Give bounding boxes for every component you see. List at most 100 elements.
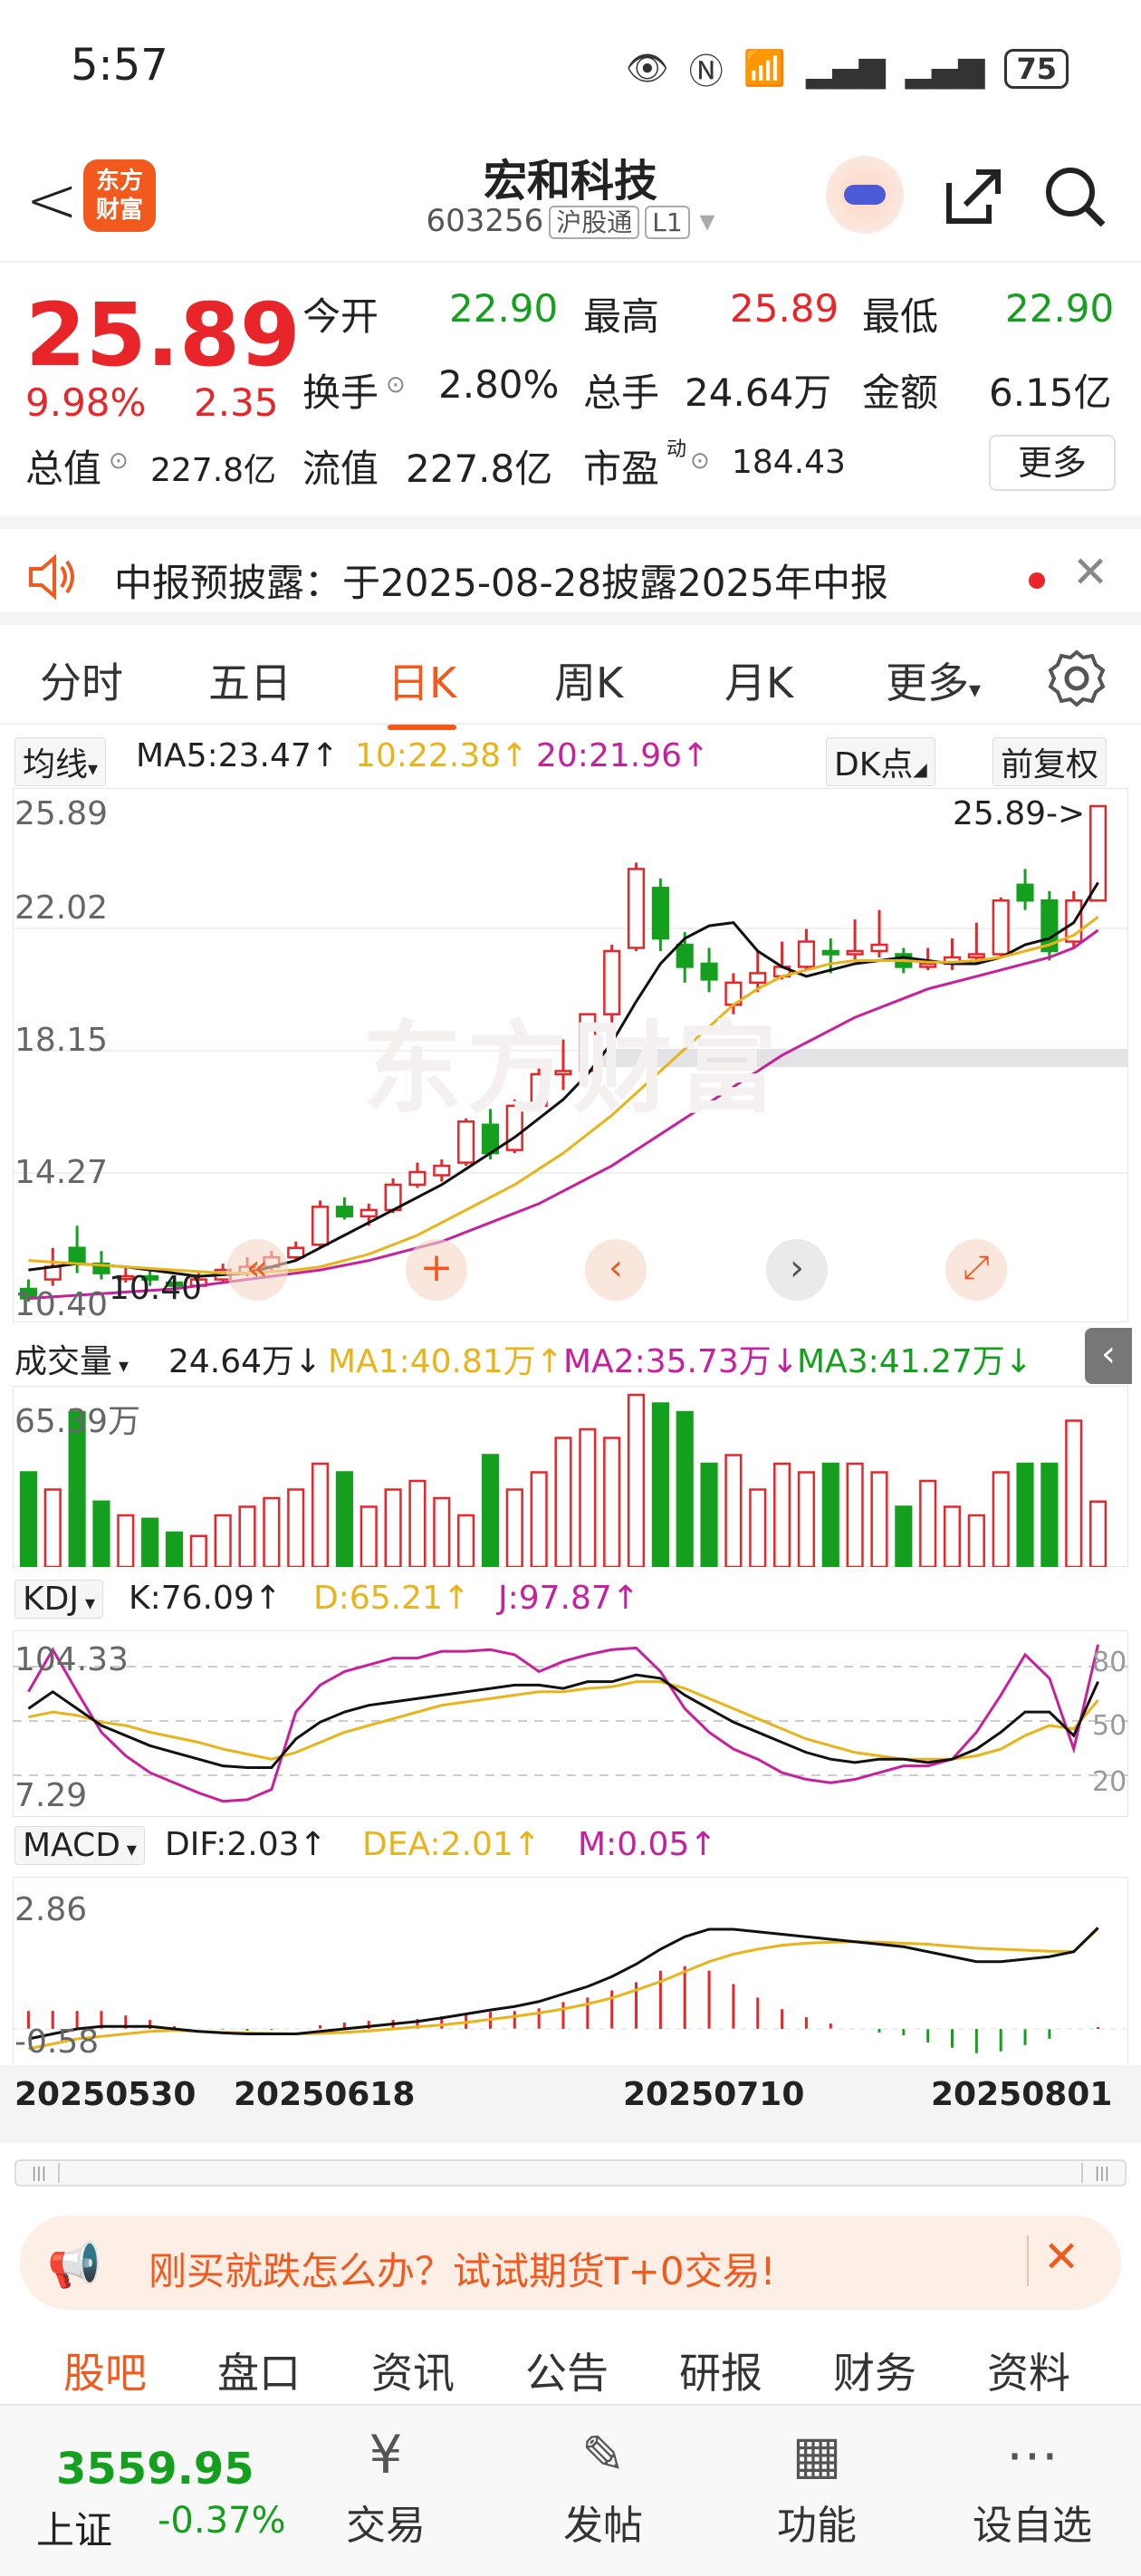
index-name[interactable]: 上证	[36, 2500, 112, 2555]
close-icon[interactable]: ✕	[1072, 547, 1108, 598]
volume-bar	[554, 1437, 572, 1567]
adjust-button[interactable]: 前复权	[992, 737, 1107, 786]
info-icon[interactable]: ⊙	[109, 447, 129, 475]
volume-bar	[1016, 1462, 1034, 1567]
close-icon[interactable]: ✕	[1043, 2232, 1079, 2283]
volume-bar	[117, 1514, 135, 1567]
pe-label: 市盈	[583, 447, 660, 491]
kline-low-marker: 10.40	[109, 1270, 203, 1307]
tab-monthly-k[interactable]: 月K	[724, 650, 793, 710]
macd-chart[interactable]	[13, 1877, 1128, 2067]
volume-chart[interactable]	[13, 1386, 1128, 1567]
collapse-panel-button[interactable]: ‹	[1085, 1328, 1132, 1384]
volume-bar	[773, 1462, 791, 1567]
range-scrollbar[interactable]: ||| |||	[14, 2159, 1127, 2187]
prev-button[interactable]: ‹	[585, 1239, 647, 1301]
info-icon[interactable]: ⊙	[690, 447, 710, 475]
rewind-button[interactable]: «	[226, 1239, 288, 1301]
date-label-3: 20250710	[623, 2076, 805, 2113]
volume-bar	[214, 1514, 232, 1567]
turnover-label: 换手	[302, 370, 379, 415]
share-icon[interactable]	[942, 165, 1005, 228]
scroll-handle-right[interactable]: |||	[1081, 2163, 1121, 2183]
kdj-d-line	[28, 1680, 1099, 1761]
volume-bar	[651, 1402, 669, 1567]
nav-add-watchlist[interactable]: ⋯ 设自选	[960, 2424, 1105, 2551]
ma-select[interactable]: 均线▾	[14, 737, 107, 786]
tab-profile[interactable]: 资料	[987, 2341, 1070, 2400]
volume-bar	[263, 1496, 281, 1567]
promo-text: 刚买就跌怎么办？试试期货T+0交易!	[149, 2249, 776, 2293]
date-label-1: 20250530	[14, 2076, 197, 2113]
nav-functions[interactable]: ▦ 功能	[744, 2424, 889, 2551]
assistant-avatar[interactable]	[826, 156, 904, 234]
grid-icon: ▦	[791, 2424, 842, 2485]
nav-trade[interactable]: ¥ 交易	[313, 2424, 458, 2551]
nav-post[interactable]: ✎ 发帖	[531, 2424, 676, 2551]
kdj-chart[interactable]	[13, 1630, 1128, 1817]
volume-bar	[821, 1462, 839, 1567]
divider	[1027, 2235, 1029, 2286]
tab-weekly-k[interactable]: 周K	[554, 650, 623, 710]
info-tabs: 股吧 盘口 资讯 公告 研报 财务 资料	[0, 2328, 1141, 2404]
stock-code: 603256	[426, 203, 544, 239]
notice-text: 中报预披露：于2025-08-28披露2025年中报	[114, 561, 888, 605]
vol-ma1: MA1:40.81万↑	[328, 1343, 563, 1380]
volume-bar	[749, 1488, 767, 1567]
scroll-handle-left[interactable]: |||	[20, 2163, 60, 2183]
tab-intraday[interactable]: 分时	[40, 650, 123, 710]
kdj-select[interactable]: KDJ ▾	[14, 1580, 103, 1619]
tab-news[interactable]: 资讯	[371, 2341, 455, 2400]
tab-guba[interactable]: 股吧	[63, 2341, 147, 2400]
volume-bar	[603, 1437, 621, 1567]
tab-more[interactable]: 更多▾	[886, 650, 981, 710]
candle	[1089, 804, 1107, 902]
nfc-icon: Ⓝ	[688, 52, 724, 91]
candle	[846, 949, 864, 956]
volume-bar	[895, 1505, 913, 1567]
nav-functions-label: 功能	[777, 2503, 857, 2549]
last-price: 25.89	[25, 284, 301, 386]
zoom-in-button[interactable]: +	[406, 1239, 467, 1301]
fullscreen-button[interactable]: ⤢	[945, 1239, 1007, 1301]
speaker-icon	[29, 554, 74, 600]
tab-research[interactable]: 研报	[679, 2341, 762, 2400]
index-value[interactable]: 3559.95	[56, 2444, 254, 2494]
vol-select[interactable]: 成交量 ▾	[14, 1335, 129, 1382]
signal-icon: ▂▄▆	[806, 48, 886, 89]
kline-last-marker: 25.89->	[953, 795, 1086, 832]
volume-bar	[530, 1471, 548, 1567]
tab-orderbook[interactable]: 盘口	[217, 2341, 301, 2400]
macd-select[interactable]: MACD ▾	[14, 1826, 145, 1865]
gear-icon[interactable]	[1047, 649, 1107, 708]
candle	[311, 1206, 330, 1246]
next-button[interactable]: ›	[766, 1239, 828, 1301]
search-icon[interactable]	[1041, 163, 1110, 232]
caret-down-icon[interactable]: ▾	[690, 203, 714, 239]
notice-bar[interactable]: 中报预披露：于2025-08-28披露2025年中报 ✕	[0, 516, 1141, 625]
promo-banner[interactable]: 📢 刚买就跌怎么办？试试期货T+0交易! ✕	[20, 2216, 1121, 2310]
volume-bar	[165, 1531, 184, 1567]
high-label: 最高	[583, 294, 660, 339]
nav-trade-label: 交易	[346, 2503, 426, 2549]
tab-daily-k[interactable]: 日K	[388, 650, 457, 730]
nav-add-watchlist-label: 设自选	[973, 2503, 1092, 2549]
candle	[821, 949, 839, 956]
info-icon[interactable]: ⊙	[386, 371, 406, 399]
mcap-label: 总值	[25, 447, 102, 491]
level-tag[interactable]: L1	[645, 206, 690, 239]
kdj-d: D:65.21↑	[313, 1580, 471, 1617]
tab-announcements[interactable]: 公告	[525, 2341, 609, 2400]
volume-bar	[943, 1505, 962, 1567]
tab-five-day[interactable]: 五日	[208, 650, 292, 710]
more-button[interactable]: 更多	[989, 435, 1116, 491]
candle	[992, 899, 1010, 956]
kdj-j: J:97.87↑	[498, 1580, 639, 1617]
macd-select-label: MACD	[23, 1827, 120, 1864]
pe-sup: 动	[666, 438, 687, 461]
candle	[1016, 883, 1034, 902]
index-change: -0.37%	[158, 2500, 286, 2542]
tab-financials[interactable]: 财务	[833, 2341, 916, 2400]
kdj-ref-50: 50	[1092, 1710, 1127, 1742]
dk-button[interactable]: DK点◢	[826, 737, 935, 786]
